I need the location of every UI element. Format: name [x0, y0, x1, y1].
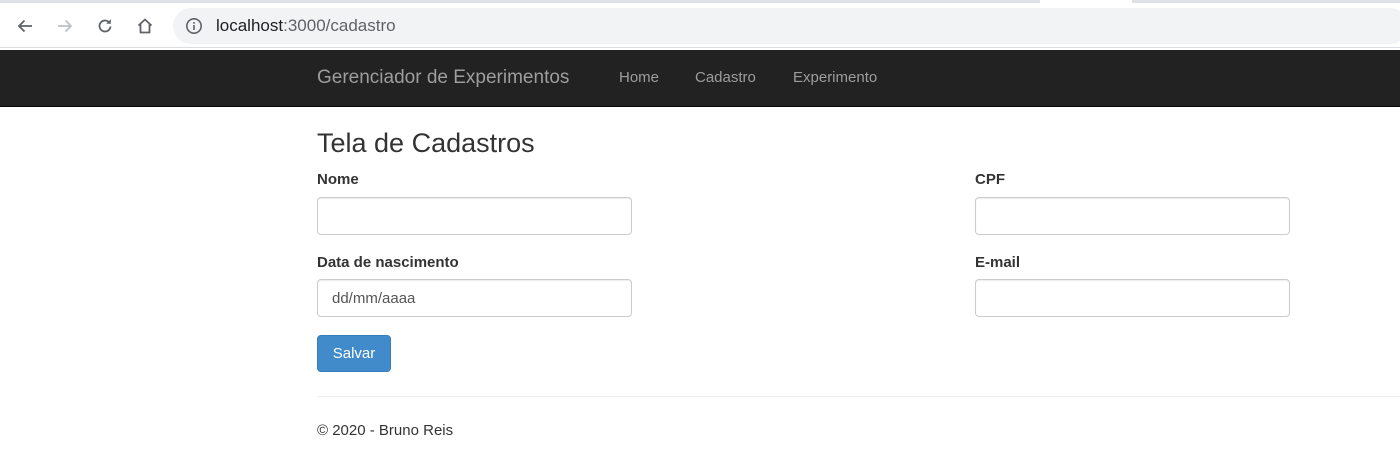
nascimento-label: Data de nascimento — [317, 254, 459, 271]
page-title: Tela de Cadastros — [317, 128, 535, 158]
email-field[interactable] — [975, 279, 1290, 317]
nome-label: Nome — [317, 171, 359, 188]
arrow-left-icon — [17, 19, 32, 33]
url-path: :3000/cadastro — [283, 16, 396, 35]
cpf-field[interactable] — [975, 197, 1290, 235]
nome-field[interactable] — [317, 197, 632, 235]
back-button[interactable] — [11, 12, 39, 40]
home-button[interactable] — [131, 12, 159, 40]
url-host: localhost — [216, 16, 284, 35]
footer-copyright: © 2020 - Bruno Reis — [317, 422, 454, 439]
tab-strip — [0, 0, 1400, 4]
salvar-button[interactable]: Salvar — [317, 335, 391, 372]
nav-link-experimento[interactable]: Experimento — [793, 69, 877, 87]
reload-icon — [98, 19, 112, 33]
nav-link-cadastro[interactable]: Cadastro — [695, 69, 756, 87]
nav-link-home[interactable]: Home — [619, 69, 659, 87]
forward-button[interactable] — [51, 12, 79, 40]
navbar-brand[interactable]: Gerenciador de Experimentos — [317, 67, 569, 89]
reload-button[interactable] — [91, 12, 119, 40]
info-icon[interactable] — [185, 17, 203, 35]
arrow-right-icon — [58, 19, 73, 33]
address-bar[interactable]: localhost:3000/cadastro — [173, 8, 1400, 44]
email-label: E-mail — [975, 254, 1021, 271]
footer-divider — [317, 396, 1400, 397]
navbar: Gerenciador de Experimentos Home Cadastr… — [0, 50, 1400, 107]
cpf-label: CPF — [975, 171, 1005, 188]
nascimento-field[interactable] — [317, 279, 632, 317]
url-text: localhost:3000/cadastro — [216, 16, 396, 36]
home-icon — [137, 18, 153, 34]
browser-toolbar: localhost:3000/cadastro — [0, 0, 1400, 48]
